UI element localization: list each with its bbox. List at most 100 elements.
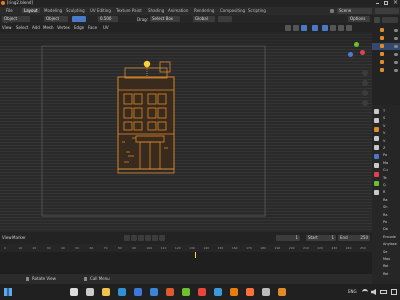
timeline-marker-menu[interactable]: Marker — [12, 236, 26, 240]
properties-tab-icon[interactable] — [374, 181, 379, 186]
xray-icon[interactable] — [312, 25, 318, 31]
pivot-dropdown[interactable] — [72, 16, 86, 22]
outliner-filter-icon[interactable] — [374, 17, 380, 23]
menu-file[interactable]: File — [6, 9, 13, 13]
playhead[interactable] — [195, 252, 196, 258]
options-dropdown[interactable]: Options — [348, 16, 370, 22]
navigation-gizmo[interactable] — [344, 40, 368, 64]
tab-uv-editing[interactable]: UV Editing — [88, 8, 113, 13]
xbox-icon[interactable] — [182, 288, 190, 296]
view-layer-selector[interactable] — [375, 8, 399, 14]
properties-tab-icon[interactable] — [374, 190, 379, 195]
firefox-icon[interactable] — [246, 288, 254, 296]
app-icon[interactable] — [278, 288, 286, 296]
properties-tab-icon[interactable] — [374, 127, 379, 132]
chrome-icon[interactable] — [198, 288, 206, 296]
gizmo-z-icon[interactable] — [348, 52, 353, 57]
properties-tab-icon[interactable] — [374, 163, 379, 168]
properties-tab-icon[interactable] — [374, 136, 379, 141]
shading-rendered-icon[interactable] — [346, 25, 352, 31]
outliner-search-field[interactable] — [382, 17, 398, 23]
next-keyframe-icon[interactable] — [152, 235, 158, 241]
windows-icon[interactable] — [4, 288, 12, 296]
eye-icon[interactable] — [394, 69, 398, 72]
pan-icon[interactable] — [362, 80, 368, 86]
prev-keyframe-icon[interactable] — [131, 235, 137, 241]
mode-selector[interactable]: Object Mode — [2, 16, 30, 27]
shading-wire-icon[interactable] — [322, 25, 328, 31]
jump-start-icon[interactable] — [124, 235, 130, 241]
gizmo-icon[interactable] — [293, 25, 299, 31]
orientation-dropdown[interactable]: Global — [193, 16, 215, 22]
tab-layout[interactable]: Layout — [22, 8, 40, 13]
menu-select[interactable]: Select — [16, 26, 28, 30]
jump-end-icon[interactable] — [159, 235, 165, 241]
tab-texture-paint[interactable]: Texture Paint — [114, 8, 144, 13]
tab-sculpting[interactable]: Sculpting — [64, 8, 87, 13]
mail-icon[interactable] — [150, 288, 158, 296]
settings-icon[interactable] — [262, 288, 270, 296]
overlay-icon[interactable] — [301, 25, 307, 31]
eye-icon[interactable] — [394, 61, 398, 64]
outliner-item[interactable] — [372, 67, 400, 74]
camera-view-icon[interactable] — [362, 90, 368, 96]
tray-volume-icon[interactable] — [371, 289, 376, 295]
start-frame-field[interactable]: Start 1 — [306, 235, 336, 241]
tab-shading[interactable]: Shading — [146, 8, 166, 13]
radius-field[interactable]: 0.500 — [98, 16, 118, 22]
tray-battery-icon[interactable] — [380, 290, 387, 294]
menu-uv[interactable]: UV — [103, 26, 109, 30]
outliner-item[interactable] — [372, 35, 400, 42]
timeline-track[interactable] — [0, 252, 372, 274]
properties-tab-icon[interactable] — [374, 154, 379, 159]
menu-edge[interactable]: Edge — [74, 26, 84, 30]
eye-icon[interactable] — [394, 53, 398, 56]
edge-icon[interactable] — [118, 288, 126, 296]
shading-material-icon[interactable] — [338, 25, 344, 31]
menu-add[interactable]: Add — [32, 26, 40, 30]
tab-animation[interactable]: Animation — [166, 8, 190, 13]
timeline-ruler[interactable]: 0 10 20 30 40 50 60 70 80 90 100 110 120 130 140 150 160… — [0, 244, 372, 252]
end-frame-field[interactable]: End 250 — [338, 235, 370, 241]
viewport-3d[interactable] — [0, 32, 372, 232]
scene-icon[interactable] — [330, 9, 334, 13]
drag-dropdown[interactable]: Select Box — [150, 16, 180, 22]
visibility-icon[interactable] — [285, 25, 291, 31]
outliner-item[interactable] — [372, 43, 400, 50]
current-frame-field[interactable]: 1 — [276, 235, 300, 241]
tab-compositing[interactable]: Compositing — [218, 8, 247, 13]
menu-vertex[interactable]: Vertex — [57, 26, 70, 30]
tray-wifi-icon[interactable] — [362, 289, 368, 295]
eye-icon[interactable] — [394, 45, 398, 48]
gizmo-y-icon[interactable] — [354, 42, 359, 47]
menu-mesh[interactable]: Mesh — [43, 26, 54, 30]
properties-tab-icon[interactable] — [374, 145, 379, 150]
object-dropdown[interactable]: Object — [44, 16, 68, 22]
play-reverse-icon[interactable] — [138, 235, 144, 241]
minimize-icon[interactable] — [376, 3, 379, 4]
timeline-view-menu[interactable]: View — [2, 236, 12, 240]
close-icon[interactable]: × — [393, 0, 398, 6]
gizmo-x-icon[interactable] — [360, 50, 365, 55]
eye-icon[interactable] — [394, 37, 398, 40]
office-icon[interactable] — [166, 288, 174, 296]
blender-icon[interactable] — [230, 288, 238, 296]
menu-view[interactable]: View — [2, 26, 12, 30]
tab-rendering[interactable]: Rendering — [192, 8, 216, 13]
file-explorer-icon[interactable] — [102, 288, 110, 296]
tab-modeling[interactable]: Modeling — [42, 8, 64, 13]
play-icon[interactable] — [145, 235, 151, 241]
properties-tab-icon[interactable] — [374, 109, 379, 114]
tab-scripting[interactable]: Scripting — [246, 8, 268, 13]
photos-icon[interactable] — [214, 288, 222, 296]
outliner-item[interactable] — [372, 51, 400, 58]
properties-tab-icon[interactable] — [374, 172, 379, 177]
eye-icon[interactable] — [394, 29, 398, 32]
maximize-icon[interactable] — [384, 1, 388, 5]
search-icon[interactable] — [70, 288, 78, 296]
store-icon[interactable] — [134, 288, 142, 296]
outliner-item[interactable] — [372, 27, 400, 34]
task-view-icon[interactable] — [86, 288, 94, 296]
notification-icon[interactable] — [391, 289, 397, 295]
shading-solid-icon[interactable] — [330, 25, 336, 31]
